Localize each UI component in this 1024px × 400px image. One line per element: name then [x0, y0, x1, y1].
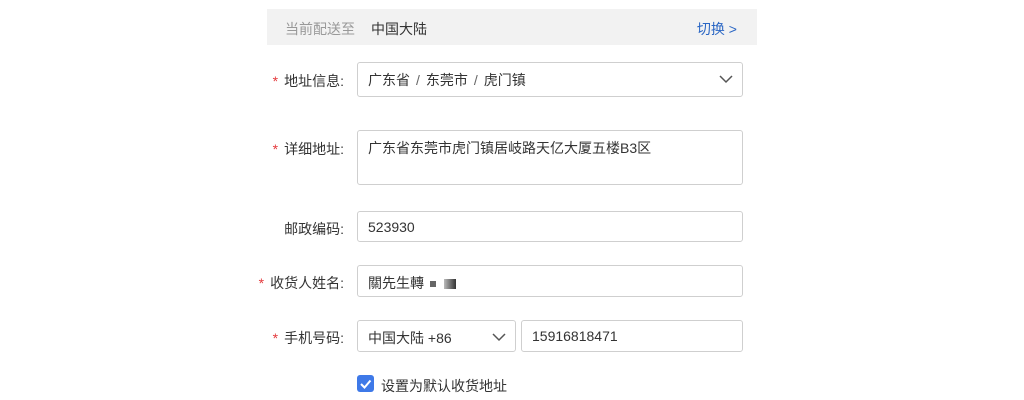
phone-label: * 手机号码:	[272, 330, 344, 346]
recipient-name-input[interactable]: 關先生轉	[357, 265, 743, 297]
country-code-select[interactable]: 中国大陆 +86	[357, 320, 516, 352]
recipient-name-label: * 收货人姓名:	[258, 275, 344, 291]
checkmark-icon	[360, 379, 372, 389]
city-value: 东莞市	[425, 72, 468, 88]
default-address-checkbox[interactable]	[357, 375, 374, 392]
region-switch-link[interactable]: 切换 >	[697, 19, 737, 39]
address-region-select[interactable]: 广东省 / 东莞市 / 虎门镇	[357, 62, 743, 97]
required-mark: *	[272, 141, 279, 157]
delivery-region-bar: 当前配送至 中国大陆 切换 >	[267, 9, 757, 45]
district-value: 虎门镇	[483, 72, 526, 88]
chevron-down-icon[interactable]	[718, 71, 734, 87]
redacted-mark	[430, 281, 436, 288]
postal-code-input[interactable]: 523930	[357, 211, 743, 242]
detail-address-label: * 详细地址:	[272, 141, 344, 157]
region-value: 中国大陆	[371, 21, 427, 37]
required-mark: *	[272, 73, 279, 89]
default-address-label[interactable]: 设置为默认收货地址	[381, 376, 507, 396]
postal-code-label: 邮政编码:	[284, 221, 344, 237]
redacted-mark	[444, 279, 456, 290]
chevron-down-icon[interactable]	[491, 329, 507, 345]
required-mark: *	[272, 330, 279, 346]
province-value: 广东省	[368, 72, 410, 88]
phone-number-input[interactable]: 15916818471	[521, 320, 743, 352]
region-prefix: 当前配送至	[285, 21, 355, 37]
address-info-label: * 地址信息:	[272, 73, 344, 89]
detail-address-textarea[interactable]: 广东省东莞市虎门镇居岐路天亿大厦五楼B3区	[357, 130, 743, 185]
required-mark: *	[258, 275, 265, 291]
